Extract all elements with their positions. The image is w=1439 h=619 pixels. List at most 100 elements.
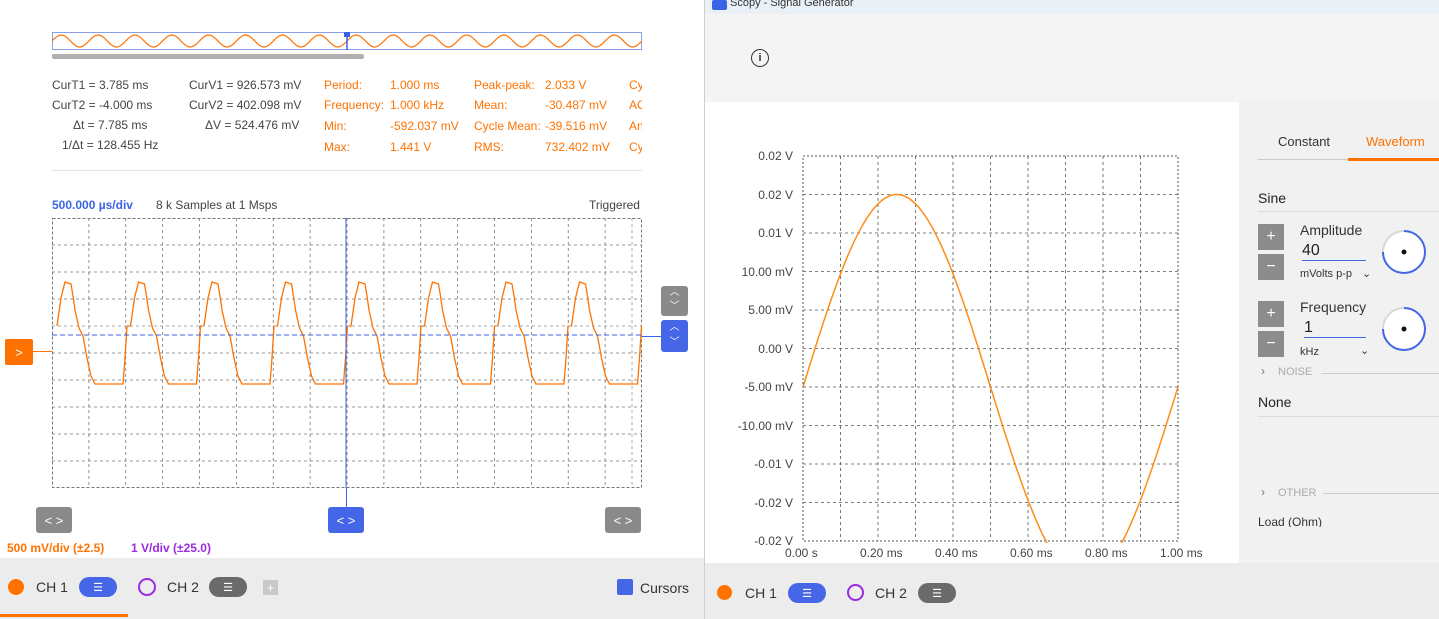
ch1-scale-label: 500 mV/div (±2.5) bbox=[7, 541, 105, 555]
meas-max-label: Max: bbox=[324, 140, 351, 154]
y-tick-label: 0.00 V bbox=[758, 341, 793, 356]
cursor-inv-dt: 1/Δt = 128.455 Hz bbox=[62, 138, 159, 152]
meas-mean-label: Mean: bbox=[474, 98, 508, 112]
ch2-label[interactable]: CH 2 bbox=[875, 585, 907, 601]
other-section-label[interactable]: OTHER bbox=[1278, 487, 1317, 499]
cursor-vertical-line-ext bbox=[346, 488, 347, 508]
signal-plot[interactable] bbox=[799, 155, 1179, 543]
y-tick-label: 5.00 mV bbox=[748, 303, 793, 317]
tab-active-underline bbox=[1348, 158, 1439, 161]
cursors-label[interactable]: Cursors bbox=[640, 580, 689, 596]
timebase-label: 500.000 µs/div bbox=[52, 198, 133, 212]
ch1-label[interactable]: CH 1 bbox=[36, 579, 68, 595]
select-underline bbox=[1258, 211, 1439, 212]
amplitude-plus-button[interactable]: + bbox=[1258, 224, 1284, 250]
amplitude-input[interactable]: 40 bbox=[1302, 242, 1366, 261]
ch1-active-underline bbox=[0, 614, 128, 617]
meas-peak-value: 2.033 V bbox=[545, 78, 587, 92]
noise-section-label[interactable]: NOISE bbox=[1278, 366, 1312, 378]
x-tick-label: 0.20 ms bbox=[860, 546, 903, 560]
tab-waveform[interactable]: Waveform bbox=[1366, 134, 1425, 149]
sliders-icon: ☰ bbox=[223, 581, 233, 594]
ch1-settings-button[interactable]: ☰ bbox=[788, 583, 826, 603]
frequency-unit-select[interactable]: kHz bbox=[1300, 346, 1319, 358]
ch2-dot[interactable] bbox=[138, 578, 156, 596]
meas-min-value: -592.037 mV bbox=[390, 119, 459, 133]
cursor-dt: Δt = 7.785 ms bbox=[73, 118, 148, 132]
y-tick-label: -5.00 mV bbox=[744, 380, 793, 394]
chevron-up-icon: ︿ bbox=[669, 287, 680, 298]
sliders-icon: ☰ bbox=[802, 587, 812, 600]
y-tick-label: 10.00 mV bbox=[741, 264, 793, 279]
cursors-checkbox[interactable] bbox=[617, 579, 633, 595]
trigger-status: Triggered bbox=[589, 198, 640, 212]
x-tick-label: 0.60 ms bbox=[1010, 546, 1053, 560]
meas-max-value: 1.441 V bbox=[390, 140, 432, 154]
amplitude-knob[interactable] bbox=[1381, 229, 1427, 275]
oscilloscope-panel: CurT1 = 3.785 ms CurT2 = -4.000 ms Δt = … bbox=[0, 0, 704, 619]
meas-rms-value: 732.402 mV bbox=[545, 140, 610, 154]
samples-label: 8 k Samples at 1 Msps bbox=[156, 198, 278, 212]
meas-mean-value: -30.487 mV bbox=[545, 98, 608, 112]
cursor-v1-line-ext bbox=[642, 336, 661, 337]
frequency-plus-button[interactable]: + bbox=[1258, 301, 1284, 327]
load-label: Load (Ohm) bbox=[1258, 515, 1323, 527]
ch1-dot[interactable] bbox=[8, 579, 24, 595]
cursor-v1: CurV1 = 926.573 mV bbox=[189, 78, 302, 92]
window-title: Scopy - Signal Generator bbox=[730, 0, 854, 9]
other-chevron-icon[interactable]: › bbox=[1261, 485, 1265, 499]
meas-cut-2: AC bbox=[629, 98, 642, 112]
info-button[interactable]: i bbox=[751, 49, 769, 67]
tab-constant[interactable]: Constant bbox=[1278, 134, 1330, 149]
frequency-minus-button[interactable]: − bbox=[1258, 331, 1284, 357]
x-tick-label: 0.00 s bbox=[785, 546, 818, 560]
cursor-t2-handle[interactable]: < > bbox=[36, 507, 72, 533]
amplitude-minus-button[interactable]: − bbox=[1258, 254, 1284, 280]
cursor-t1: CurT1 = 3.785 ms bbox=[52, 78, 149, 92]
meas-period-value: 1.000 ms bbox=[390, 78, 440, 92]
meas-cycle-mean-label: Cycle Mean: bbox=[474, 119, 541, 133]
x-tick-label: 0.40 ms bbox=[935, 546, 978, 560]
cursor-t1-handle[interactable]: < > bbox=[328, 507, 364, 533]
meas-frequency-value: 1.000 kHz bbox=[390, 98, 445, 112]
frequency-knob[interactable] bbox=[1381, 306, 1427, 352]
sliders-icon: ☰ bbox=[932, 587, 942, 600]
cursor-t2: CurT2 = -4.000 ms bbox=[52, 98, 153, 112]
amplitude-unit-chevron-icon: ⌄ bbox=[1362, 268, 1372, 280]
meas-peak-label: Peak-peak: bbox=[474, 78, 535, 92]
ch1-marker-line bbox=[33, 351, 52, 352]
y-tick-label: 0.02 V bbox=[758, 149, 793, 163]
x-tick-label: 1.00 ms bbox=[1160, 546, 1203, 560]
y-tick-label: 0.02 V bbox=[758, 187, 793, 202]
meas-rms-label: RMS: bbox=[474, 140, 504, 154]
meas-period-label: Period: bbox=[324, 78, 363, 92]
meas-frequency-label: Frequency: bbox=[324, 98, 385, 112]
y-tick-label: 0.01 V bbox=[758, 226, 793, 240]
ch1-label[interactable]: CH 1 bbox=[745, 585, 777, 601]
scope-plot[interactable] bbox=[52, 218, 642, 488]
ch2-settings-button[interactable]: ☰ bbox=[918, 583, 956, 603]
chevron-up-icon: ︿ bbox=[669, 322, 680, 333]
meas-cut-1: Cy bbox=[629, 78, 642, 92]
cursor-dv: ΔV = 524.476 mV bbox=[205, 118, 300, 132]
ch2-dot[interactable] bbox=[847, 584, 864, 601]
noise-chevron-icon[interactable]: › bbox=[1261, 364, 1265, 378]
waveform-type-select[interactable]: Sine bbox=[1258, 190, 1286, 206]
cursor-v1-handle[interactable]: ︿ ﹀ bbox=[661, 320, 688, 352]
overview-strip[interactable] bbox=[52, 32, 642, 60]
ch2-label[interactable]: CH 2 bbox=[167, 579, 199, 595]
noise-select[interactable]: None bbox=[1258, 394, 1291, 410]
noise-select-underline bbox=[1258, 416, 1439, 417]
cursor-t-right-handle[interactable]: < > bbox=[605, 507, 641, 533]
meas-cycle-mean-value: -39.516 mV bbox=[545, 119, 608, 133]
add-channel-button[interactable]: + bbox=[263, 580, 278, 595]
cursor-v2-handle[interactable]: ︿ ﹀ bbox=[661, 286, 688, 316]
ch1-settings-button[interactable]: ☰ bbox=[79, 577, 117, 597]
amplitude-unit-select[interactable]: mVolts p-p bbox=[1300, 268, 1352, 280]
meas-cut-3: An bbox=[629, 119, 642, 133]
ch1-dot[interactable] bbox=[717, 585, 732, 600]
frequency-input[interactable]: 1 bbox=[1304, 319, 1366, 338]
ch1-offset-handle[interactable]: > bbox=[5, 339, 33, 365]
noise-divider bbox=[1321, 373, 1439, 374]
ch2-settings-button[interactable]: ☰ bbox=[209, 577, 247, 597]
